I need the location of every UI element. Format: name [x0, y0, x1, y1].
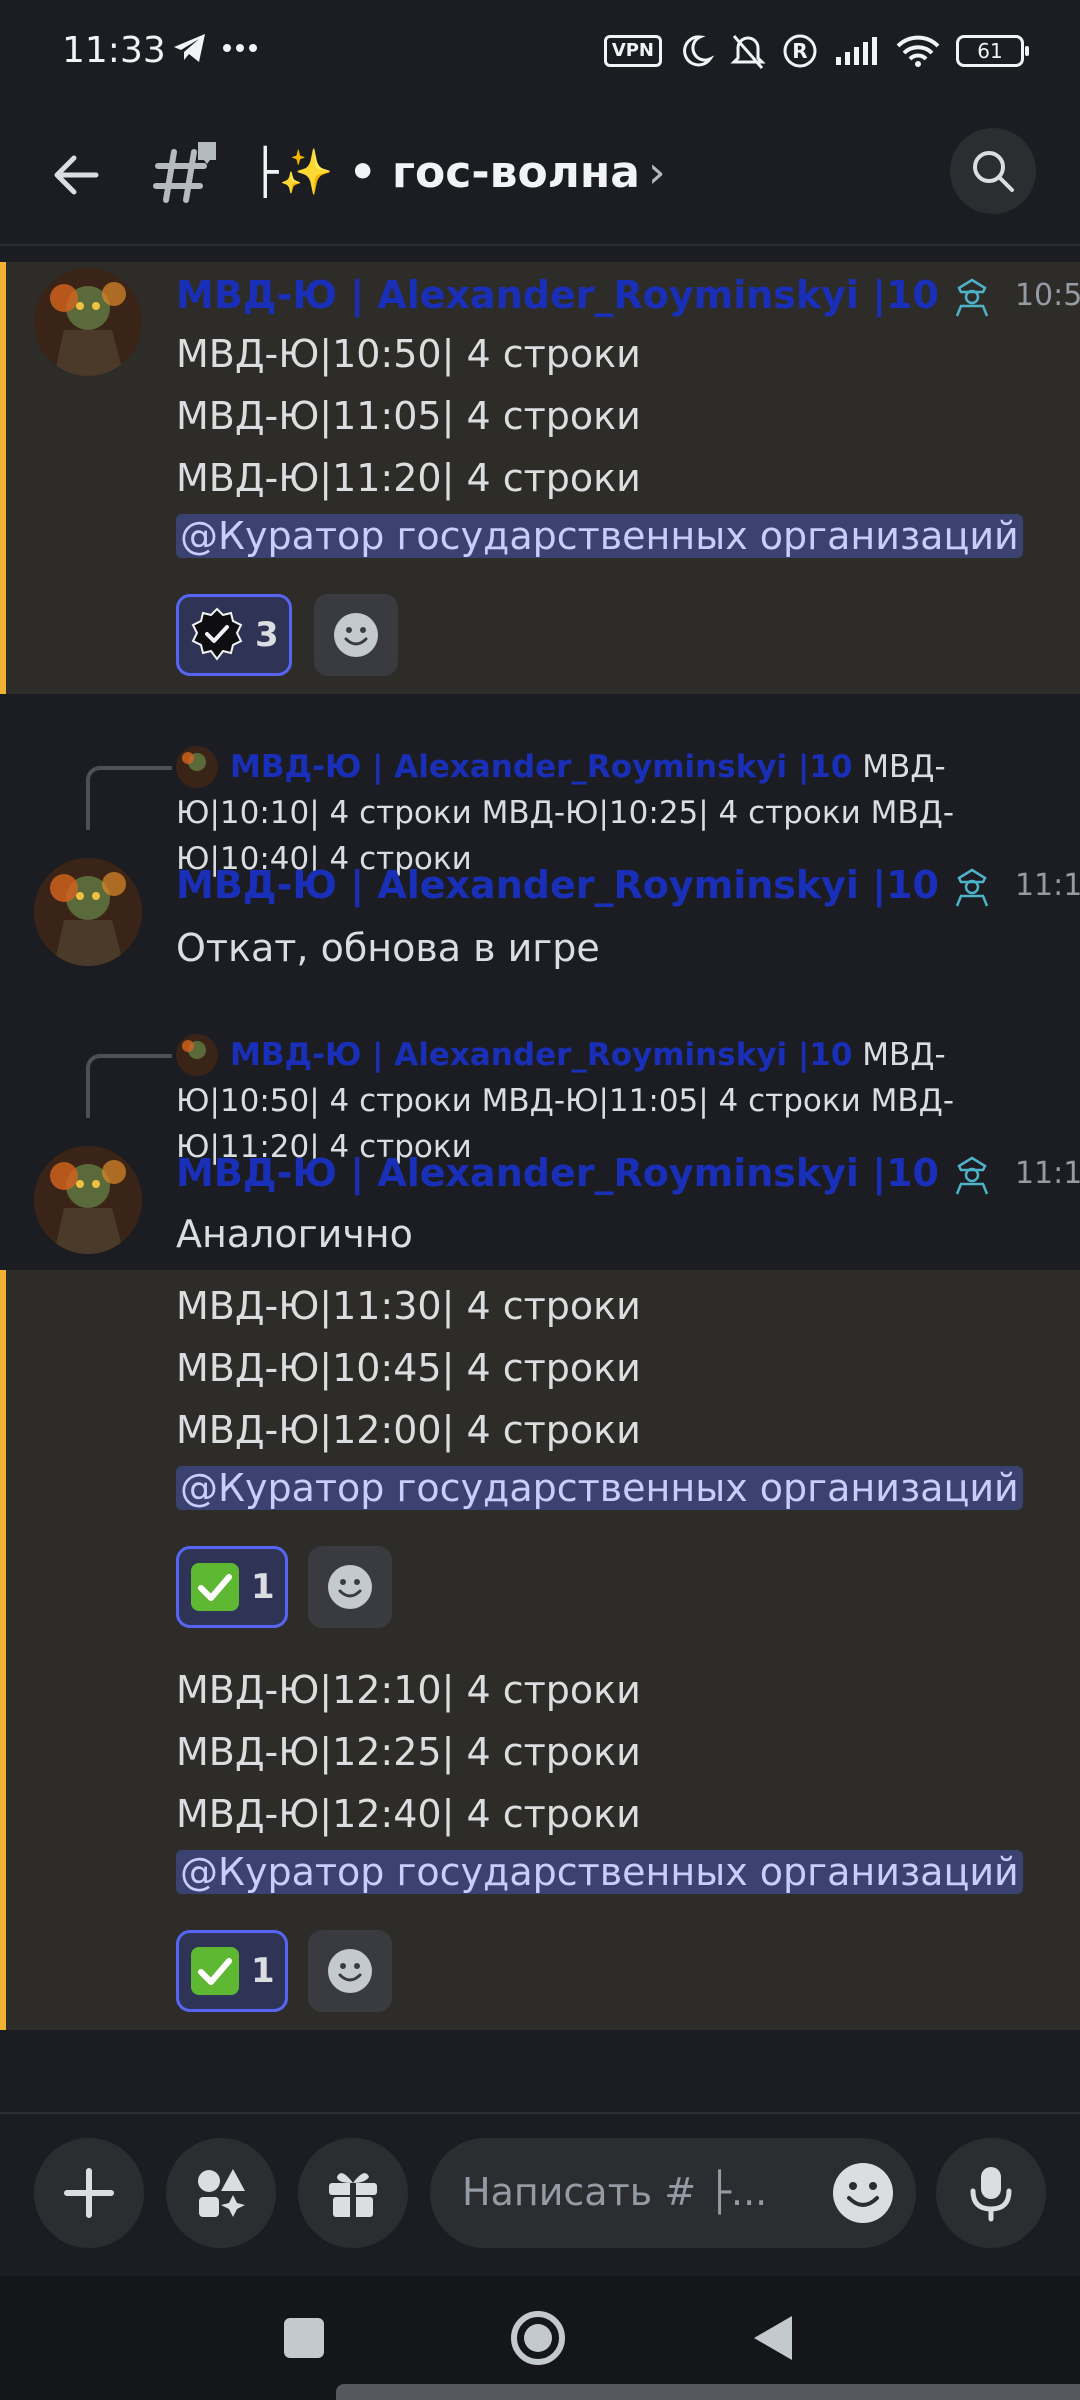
message-header: МВД-Ю | Alexander_Royminskyi |10 11:10 — [176, 862, 1080, 908]
message-input-placeholder: Написать # ├... — [462, 2170, 768, 2214]
author-name[interactable]: МВД-Ю | Alexander_Royminskyi |10 — [176, 273, 939, 317]
channel-title[interactable]: ├✨ • гос-волна › — [252, 146, 666, 198]
officer-role-icon — [955, 868, 989, 907]
avatar[interactable] — [34, 858, 142, 966]
message-line: МВД-Ю|11:20| 4 строки — [176, 456, 641, 500]
voice-message-button[interactable] — [936, 2138, 1046, 2248]
recents-square-icon[interactable] — [282, 2316, 326, 2360]
moon-icon — [683, 35, 714, 67]
avatar[interactable] — [34, 1146, 142, 1254]
message-line: МВД-Ю|11:05| 4 строки — [176, 394, 641, 438]
message-line: МВД-Ю|11:30| 4 строки — [176, 1284, 641, 1328]
reply-connector — [86, 1054, 172, 1118]
gift-icon — [329, 2173, 377, 2217]
role-mention[interactable]: @Куратор государственных организаций — [176, 1850, 1023, 1894]
message-timestamp: 11:10 — [1014, 867, 1080, 903]
reply-author: МВД-Ю | Alexander_Royminskyi |10 — [230, 1037, 853, 1073]
verified-badge-icon — [191, 607, 243, 661]
message-line: МВД-Ю|12:10| 4 строки — [176, 1668, 641, 1712]
reply-author: МВД-Ю | Alexander_Royminskyi |10 — [230, 749, 853, 785]
add-reaction-button[interactable] — [314, 594, 398, 676]
role-mention[interactable]: @Куратор государственных организаций — [176, 514, 1023, 558]
gift-button[interactable] — [298, 2138, 408, 2248]
reaction-button[interactable]: 1 — [176, 1546, 288, 1628]
check-mark-button-icon — [191, 1563, 239, 1611]
author-name[interactable]: МВД-Ю | Alexander_Royminskyi |10 — [176, 1151, 939, 1195]
bell-off-icon — [730, 35, 766, 69]
officer-role-icon — [955, 278, 989, 317]
search-icon — [973, 151, 1014, 192]
back-triangle-icon[interactable] — [752, 2314, 794, 2362]
arrow-left-icon — [54, 155, 99, 195]
channel-header: ├✨ • гос-волна › — [0, 108, 1080, 246]
composer-bar: Написать # ├... — [0, 2112, 1080, 2276]
add-reaction-button[interactable] — [308, 1930, 392, 2012]
message-line: МВД-Ю|10:50| 4 строки — [176, 332, 641, 376]
more-dots-icon — [223, 44, 257, 52]
reaction-count: 1 — [251, 1951, 275, 1991]
avatar[interactable] — [34, 268, 142, 376]
message-line: Откат, обнова в игре — [176, 926, 600, 970]
registered-icon: R — [783, 34, 817, 68]
message-line: МВД-Ю|12:25| 4 строки — [176, 1730, 641, 1774]
message-timestamp: 10:50 — [1014, 277, 1080, 313]
status-time: 11:33 — [62, 30, 166, 71]
attach-button[interactable] — [34, 2138, 144, 2248]
thread-channel-icon — [152, 140, 222, 210]
reaction-count: 1 — [251, 1567, 275, 1607]
vpn-badge: VPN — [603, 35, 662, 67]
smiley-icon — [328, 1565, 372, 1609]
microphone-icon — [970, 2167, 1012, 2222]
message-input[interactable]: Написать # ├... — [430, 2138, 916, 2248]
smiley-icon — [328, 1949, 372, 1993]
wifi-icon — [896, 35, 940, 67]
role-mention[interactable]: @Куратор государственных организаций — [176, 1466, 1023, 1510]
reaction-button[interactable]: 3 — [176, 594, 292, 676]
message-header: МВД-Ю | Alexander_Royminskyi |10 11:10 — [176, 1150, 1080, 1196]
smiley-icon — [334, 613, 378, 657]
add-reaction-button[interactable] — [308, 1546, 392, 1628]
channel-title-text: ├✨ • гос-волна — [252, 147, 640, 198]
author-name[interactable]: МВД-Ю | Alexander_Royminskyi |10 — [176, 863, 939, 907]
emoji-button-icon[interactable] — [830, 2160, 896, 2226]
status-bar: 11:33 VPN R 61 — [0, 0, 1080, 108]
signal-icon — [836, 37, 877, 65]
message-timestamp: 11:10 — [1014, 1155, 1080, 1191]
message-line: МВД-Ю|12:00| 4 строки — [176, 1408, 641, 1452]
reaction-count: 3 — [255, 615, 279, 655]
plus-icon — [64, 2168, 114, 2218]
check-mark-button-icon — [191, 1947, 239, 1995]
message-list[interactable]: МВД-Ю | Alexander_Royminskyi |10 10:50 М… — [0, 250, 1080, 2110]
status-right-icons: VPN R 61 — [603, 32, 1029, 70]
svg-text:R: R — [792, 39, 807, 63]
message-line: МВД-Ю|10:45| 4 строки — [176, 1346, 641, 1390]
telegram-icon — [174, 34, 205, 62]
apps-button[interactable] — [166, 2138, 276, 2248]
apps-shapes-icon — [198, 2169, 245, 2217]
home-circle-icon[interactable] — [510, 2310, 566, 2366]
search-button[interactable] — [950, 128, 1036, 214]
message-header: МВД-Ю | Alexander_Royminskyi |10 10:50 — [176, 272, 1080, 318]
message-line: МВД-Ю|12:40| 4 строки — [176, 1792, 641, 1836]
reply-connector — [86, 766, 172, 830]
message-line: Аналогично — [176, 1212, 413, 1256]
officer-role-icon — [955, 1156, 989, 1195]
status-left-icons — [172, 32, 258, 64]
back-button[interactable] — [44, 142, 110, 208]
battery-indicator: 61 — [956, 35, 1029, 67]
chevron-right-icon: › — [648, 147, 666, 198]
reaction-button[interactable]: 1 — [176, 1930, 288, 2012]
system-nav-bar — [0, 2276, 1080, 2400]
gesture-handle — [336, 2384, 1080, 2400]
